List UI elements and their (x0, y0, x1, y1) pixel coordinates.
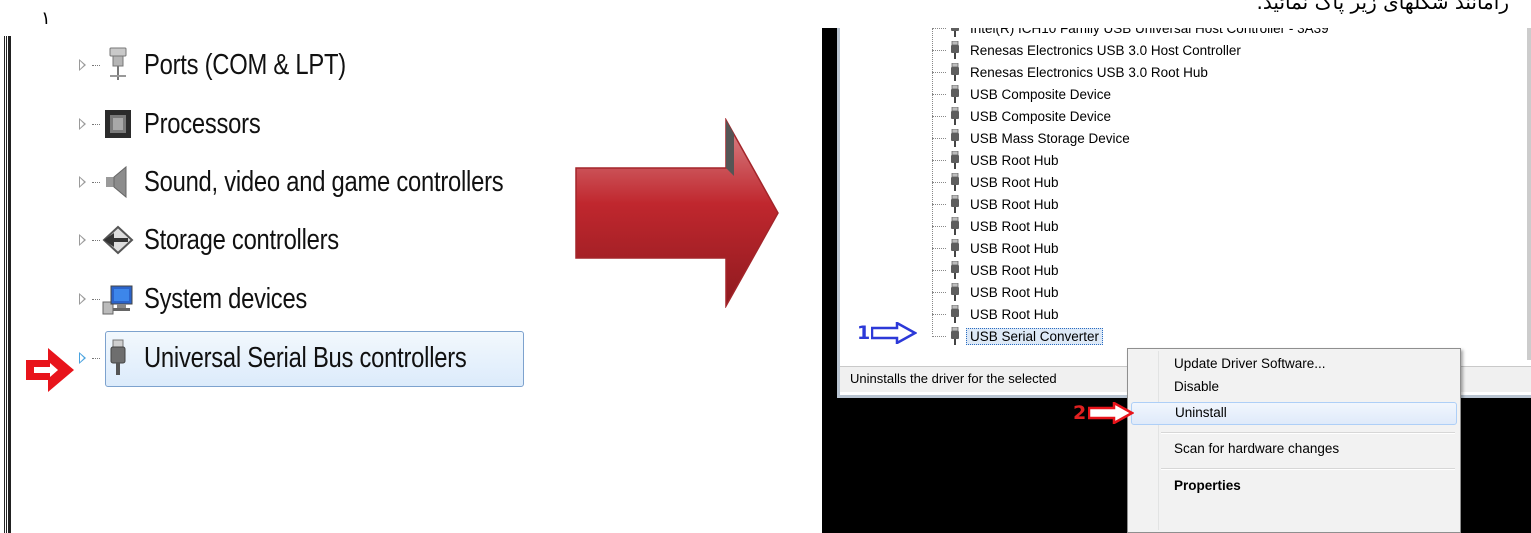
expand-icon[interactable] (78, 351, 90, 365)
tree-item-label: Ports (COM & LPT) (144, 48, 346, 81)
device-label: USB Root Hub (970, 284, 1059, 300)
device-label: USB Root Hub (970, 240, 1059, 256)
usb-plug-icon (951, 195, 959, 213)
step-number: 2 (1073, 402, 1087, 424)
usb-device-row[interactable]: USB Mass Storage Device (932, 127, 1130, 149)
expand-icon[interactable] (78, 292, 90, 306)
speaker-icon (106, 165, 127, 199)
tree-item-sound[interactable]: Sound, video and game controllers (78, 157, 582, 207)
usb-plug-icon (951, 85, 959, 103)
tree-item-label: Sound, video and game controllers (144, 165, 504, 198)
window-border (4, 36, 11, 533)
usb-plug-icon (951, 239, 959, 257)
usb-plug-icon (951, 28, 959, 37)
device-label: USB Composite Device (970, 86, 1112, 102)
expand-icon[interactable] (78, 233, 90, 247)
context-menu: Update Driver Software... Disable Uninst… (1127, 348, 1461, 533)
tree-item-label: Storage controllers (144, 223, 339, 256)
step-number: 1 (857, 322, 871, 344)
usb-plug-icon (951, 217, 959, 235)
scrollbar[interactable] (1527, 28, 1531, 360)
usb-device-row[interactable]: Renesas Electronics USB 3.0 Root Hub (932, 61, 1208, 83)
device-label: USB Root Hub (970, 174, 1059, 190)
usb-device-row[interactable]: USB Composite Device (932, 83, 1111, 105)
red-arrow-icon (1088, 402, 1135, 424)
usb-plug-icon (951, 107, 959, 125)
usb-plug-icon (951, 283, 959, 301)
device-manager-screenshot: Intel(R) ICH10 Family USB Universal Host… (822, 28, 1531, 533)
usb-device-row[interactable]: USB Root Hub (932, 237, 1059, 259)
usb-device-row[interactable]: USB Composite Device (932, 105, 1111, 127)
device-label: USB Composite Device (970, 108, 1112, 124)
step-1-callout: 1 (857, 322, 918, 344)
status-text: Uninstalls the driver for the selected (850, 371, 1057, 386)
port-icon (109, 47, 127, 80)
expand-icon[interactable] (78, 58, 90, 72)
tree-item-label: System devices (144, 282, 308, 315)
device-label: Intel(R) ICH10 Family USB Universal Host… (970, 28, 1329, 36)
device-label: Renesas Electronics USB 3.0 Host Control… (970, 42, 1241, 58)
device-label: USB Root Hub (970, 262, 1059, 278)
usb-plug-icon (951, 173, 959, 191)
storage-icon (102, 225, 134, 255)
expand-icon[interactable] (78, 117, 90, 131)
tree-item-system[interactable]: System devices (78, 274, 343, 324)
usb-plug-icon (951, 129, 959, 147)
device-manager-zoomed: Ports (COM & LPT) Processors Sound, vide… (0, 0, 560, 533)
tree-item-ports[interactable]: Ports (COM & LPT) (78, 40, 390, 90)
computer-icon (102, 285, 133, 315)
usb-device-row[interactable]: USB Root Hub (932, 303, 1059, 325)
menu-item-scan[interactable]: Scan for hardware changes (1131, 438, 1457, 461)
usb-device-row[interactable]: USB Root Hub (932, 193, 1059, 215)
usb-device-row[interactable]: USB Serial Converter (932, 325, 1104, 347)
usb-plug-icon (951, 327, 959, 345)
blue-arrow-icon (871, 322, 918, 344)
device-manager-window: Intel(R) ICH10 Family USB Universal Host… (837, 28, 1531, 398)
menu-item-disable[interactable]: Disable (1131, 376, 1457, 399)
step-2-callout: 2 (1073, 402, 1135, 424)
device-label: USB Root Hub (970, 218, 1059, 234)
tree-item-processors[interactable]: Processors (78, 99, 286, 149)
usb-device-row[interactable]: USB Root Hub (932, 171, 1059, 193)
expand-icon[interactable] (78, 175, 90, 189)
menu-separator (1161, 432, 1455, 434)
red-pointer-arrow-icon (26, 348, 74, 392)
usb-plug-icon (951, 41, 959, 59)
device-label: USB Serial Converter (966, 327, 1104, 345)
usb-device-row[interactable]: USB Root Hub (932, 215, 1059, 237)
usb-plug-icon (951, 151, 959, 169)
usb-device-row[interactable]: USB Root Hub (932, 149, 1059, 171)
device-label: Renesas Electronics USB 3.0 Root Hub (970, 64, 1208, 80)
menu-item-properties[interactable]: Properties (1131, 475, 1457, 498)
usb-device-row[interactable]: USB Root Hub (932, 281, 1059, 303)
tree-item-storage[interactable]: Storage controllers (78, 215, 382, 265)
device-tree: Intel(R) ICH10 Family USB Universal Host… (840, 28, 1531, 360)
tree-item-label: Processors (144, 107, 261, 140)
usb-plug-icon (951, 63, 959, 81)
device-label: USB Root Hub (970, 196, 1059, 212)
usb-device-row[interactable]: USB Root Hub (932, 259, 1059, 281)
usb-device-row[interactable]: Intel(R) ICH10 Family USB Universal Host… (932, 28, 1329, 39)
big-right-arrow-icon (575, 118, 779, 308)
menu-item-update-driver[interactable]: Update Driver Software... (1131, 353, 1457, 376)
tree-item-usb-controllers[interactable]: Universal Serial Bus controllers (78, 331, 537, 387)
menu-item-uninstall[interactable]: Uninstall (1131, 402, 1457, 425)
tree-item-label: Universal Serial Bus controllers (144, 341, 467, 374)
menu-separator (1161, 468, 1455, 470)
usb-plug-icon (110, 339, 126, 375)
processor-icon (105, 110, 131, 138)
device-label: USB Mass Storage Device (970, 130, 1130, 146)
device-label: USB Root Hub (970, 152, 1059, 168)
instruction-text: رامانند شکلهای زیر پاک نمائید. (1256, 0, 1509, 14)
usb-plug-icon (951, 305, 959, 323)
usb-plug-icon (951, 261, 959, 279)
device-label: USB Root Hub (970, 306, 1059, 322)
usb-device-row[interactable]: Renesas Electronics USB 3.0 Host Control… (932, 39, 1241, 61)
